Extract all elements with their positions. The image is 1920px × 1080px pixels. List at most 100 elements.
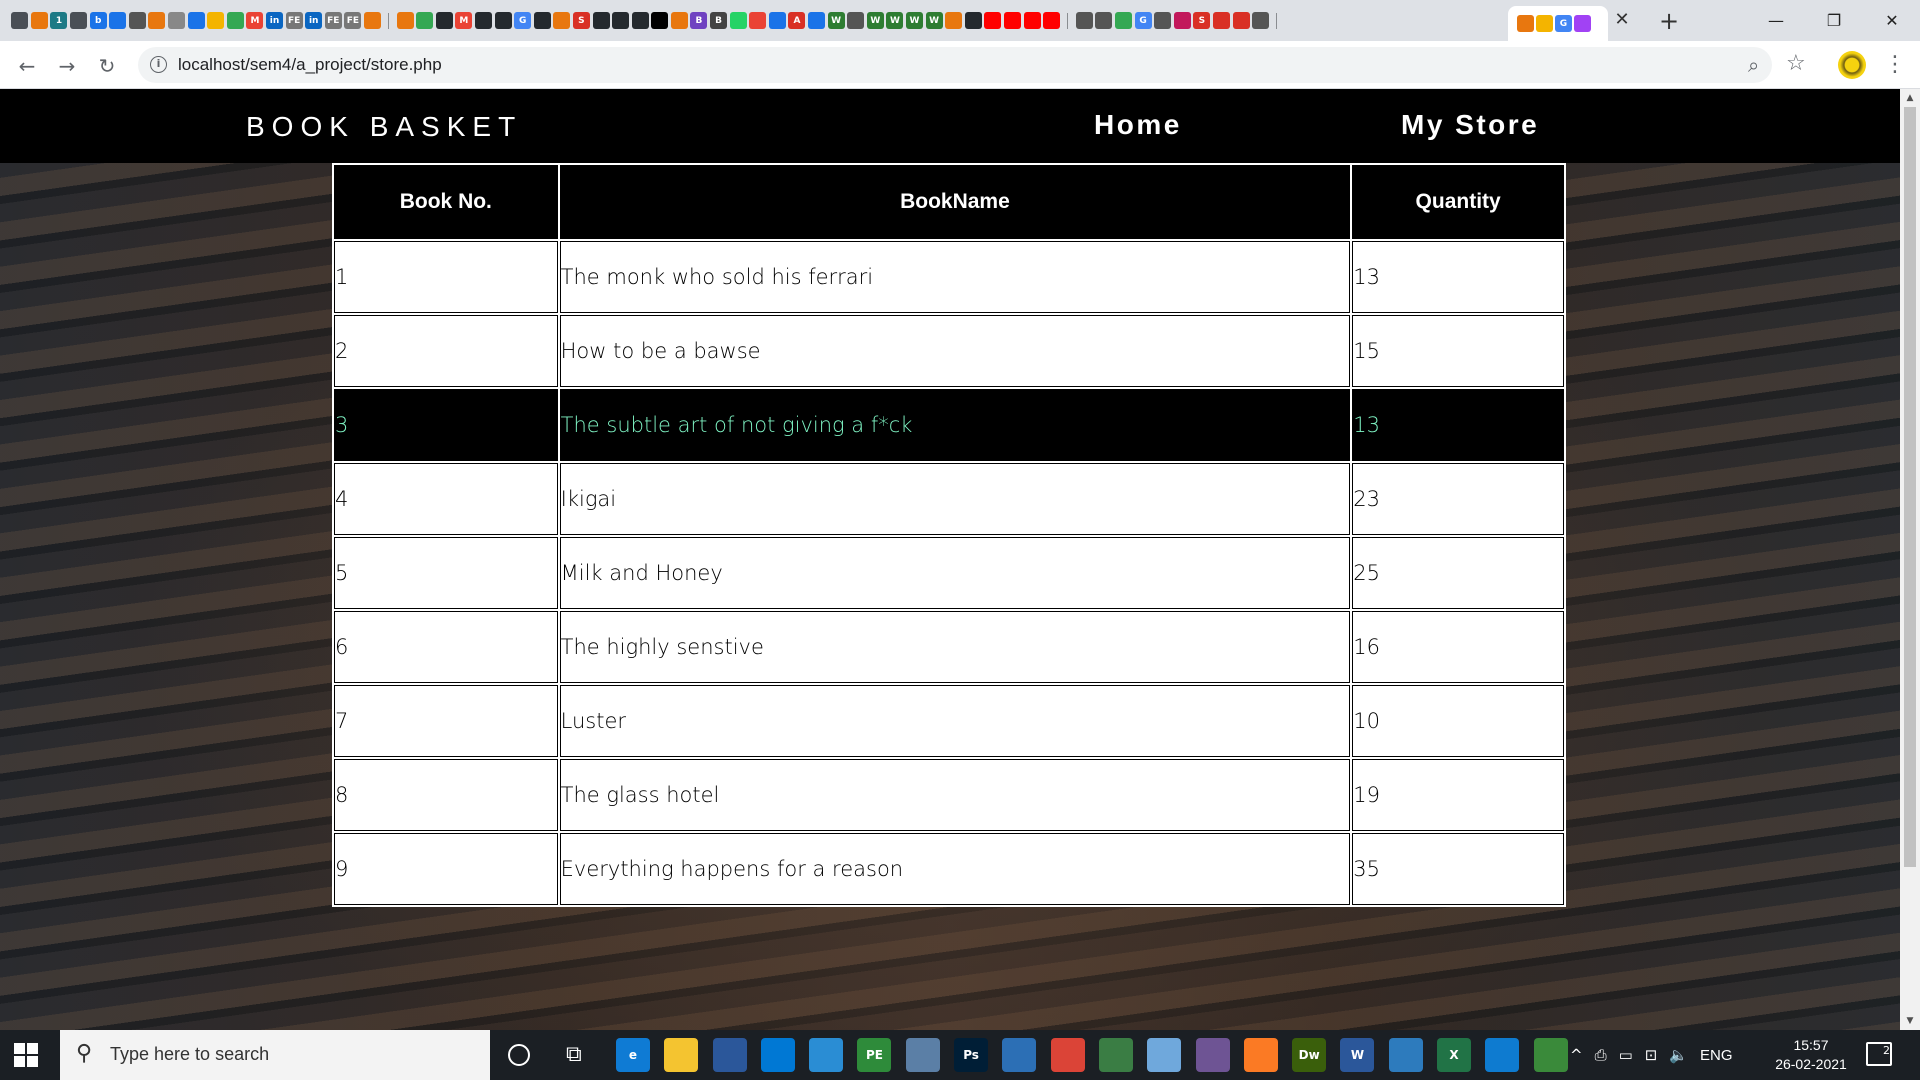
tab-group2-favicon-icon-14[interactable] bbox=[670, 12, 688, 29]
search-placeholder[interactable]: Type here to search bbox=[110, 1044, 269, 1065]
chrome-app-icon[interactable] bbox=[1050, 1038, 1085, 1072]
tab-group1-favicon-icon-5[interactable] bbox=[109, 12, 127, 29]
table-row[interactable]: 6 The highly senstive 16 bbox=[334, 611, 1564, 683]
tab-group3-favicon-icon-7[interactable] bbox=[1212, 12, 1230, 29]
tab-group2-favicon-icon-16[interactable]: B bbox=[710, 12, 728, 29]
active-tab[interactable]: G bbox=[1508, 6, 1608, 41]
tab-group3-favicon-icon-6[interactable]: S bbox=[1193, 12, 1211, 29]
zoom-icon[interactable]: ⌕ bbox=[1748, 53, 1759, 77]
tray-icon-1[interactable]: ⎙ bbox=[1595, 1046, 1607, 1064]
tab-group2-favicon-icon-33[interactable] bbox=[1043, 12, 1061, 29]
site-info-icon[interactable]: i bbox=[150, 56, 167, 73]
tab-group2-favicon-icon-18[interactable] bbox=[749, 12, 767, 29]
word-app-icon[interactable]: W bbox=[1340, 1038, 1375, 1072]
nav-link-my-store[interactable]: My Store bbox=[1401, 109, 1539, 141]
reload-button[interactable]: ↻ bbox=[92, 51, 122, 81]
tab-group1-favicon-icon-6[interactable] bbox=[128, 12, 146, 29]
active-tab-favicon-icon-2[interactable]: G bbox=[1555, 15, 1572, 32]
table-row[interactable]: 9 Everything happens for a reason 35 bbox=[334, 833, 1564, 905]
git-app-icon[interactable] bbox=[1533, 1038, 1568, 1072]
photoshop-app-icon[interactable]: Ps bbox=[954, 1038, 989, 1072]
tab-group2-favicon-icon-4[interactable] bbox=[474, 12, 492, 29]
bookmark-star-icon[interactable]: ☆ bbox=[1786, 51, 1806, 76]
site-brand[interactable]: BOOK BASKET bbox=[246, 111, 522, 143]
table-row[interactable]: 5 Milk and Honey 25 bbox=[334, 537, 1564, 609]
active-tab-favicon-icon-0[interactable] bbox=[1517, 15, 1534, 32]
app-square-app-icon[interactable] bbox=[1002, 1038, 1037, 1072]
tab-group1-favicon-icon-17[interactable]: FE bbox=[344, 12, 362, 29]
table-row[interactable]: 8 The glass hotel 19 bbox=[334, 759, 1564, 831]
page-scrollbar[interactable]: ▲ ▼ bbox=[1900, 89, 1920, 1030]
tab-group2-favicon-icon-31[interactable] bbox=[1003, 12, 1021, 29]
tab-group1-favicon-icon-16[interactable]: FE bbox=[324, 12, 342, 29]
tab-group2-favicon-icon-25[interactable]: W bbox=[886, 12, 904, 29]
tab-group1-favicon-icon-15[interactable]: in bbox=[305, 12, 323, 29]
tab-group2-favicon-icon-11[interactable] bbox=[612, 12, 630, 29]
tab-group1-favicon-icon-2[interactable]: 1 bbox=[50, 12, 68, 29]
tab-group1-favicon-icon-10[interactable] bbox=[207, 12, 225, 29]
vscode-app-icon[interactable] bbox=[1485, 1038, 1520, 1072]
tab-group2-favicon-icon-20[interactable]: A bbox=[788, 12, 806, 29]
tray-icon-3[interactable]: ⊡ bbox=[1645, 1046, 1658, 1064]
tab-group2-favicon-icon-7[interactable] bbox=[533, 12, 551, 29]
active-tab-favicon-icon-3[interactable] bbox=[1574, 15, 1591, 32]
tab-group2-favicon-icon-28[interactable] bbox=[945, 12, 963, 29]
tab-group2-favicon-icon-27[interactable]: W bbox=[925, 12, 943, 29]
scrollbar-thumb[interactable] bbox=[1904, 107, 1916, 867]
tray-icon-0[interactable]: ^ bbox=[1570, 1046, 1583, 1064]
restore-button[interactable]: ❐ bbox=[1806, 0, 1862, 41]
file-explorer-app-icon[interactable] bbox=[664, 1038, 699, 1072]
active-tab-favicon-icon-1[interactable] bbox=[1536, 15, 1553, 32]
tab-group2-favicon-icon-15[interactable]: B bbox=[690, 12, 708, 29]
tab-group1-favicon-icon-8[interactable] bbox=[168, 12, 186, 29]
tab-group1-favicon-icon-0[interactable] bbox=[11, 12, 29, 29]
dreamweaver-app-icon[interactable]: Dw bbox=[1292, 1038, 1327, 1072]
notification-center-icon[interactable]: 2 bbox=[1866, 1042, 1892, 1066]
table-row[interactable]: 7 Luster 10 bbox=[334, 685, 1564, 757]
table-row[interactable]: 1 The monk who sold his ferrari 13 bbox=[334, 241, 1564, 313]
tab-group2-favicon-icon-26[interactable]: W bbox=[906, 12, 924, 29]
tab-group2-favicon-icon-10[interactable] bbox=[592, 12, 610, 29]
photos-app-icon[interactable] bbox=[1388, 1038, 1423, 1072]
tray-icon-2[interactable]: ▭ bbox=[1619, 1046, 1633, 1064]
nav-link-home[interactable]: Home bbox=[1094, 109, 1182, 141]
task-view-icon[interactable]: ⧉ bbox=[566, 1042, 582, 1067]
forward-button[interactable]: → bbox=[52, 51, 82, 81]
tab-group2-favicon-icon-19[interactable] bbox=[768, 12, 786, 29]
tab-group2-favicon-icon-3[interactable]: M bbox=[455, 12, 473, 29]
tab-group1-favicon-icon-7[interactable] bbox=[148, 12, 166, 29]
store-app-icon[interactable] bbox=[712, 1038, 747, 1072]
tab-group2-favicon-icon-1[interactable] bbox=[416, 12, 434, 29]
tab-group1-favicon-icon-3[interactable] bbox=[70, 12, 88, 29]
tab-group3-favicon-icon-9[interactable] bbox=[1252, 12, 1270, 29]
browser-menu-icon[interactable]: ⋮ bbox=[1884, 51, 1906, 79]
start-button[interactable] bbox=[14, 1043, 38, 1067]
tab-group2-favicon-icon-13[interactable] bbox=[651, 12, 669, 29]
tab-group2-favicon-icon-12[interactable] bbox=[631, 12, 649, 29]
tray-icon-4[interactable]: 🔈 bbox=[1669, 1046, 1688, 1064]
table-row[interactable]: 2 How to be a bawse 15 bbox=[334, 315, 1564, 387]
cortana-icon[interactable] bbox=[508, 1044, 530, 1066]
image-viewer-app-icon[interactable] bbox=[1098, 1038, 1133, 1072]
tab-group2-favicon-icon-8[interactable] bbox=[553, 12, 571, 29]
tab-group1-favicon-icon-9[interactable] bbox=[187, 12, 205, 29]
tab-group2-favicon-icon-22[interactable]: W bbox=[827, 12, 845, 29]
tab-group3-favicon-icon-0[interactable] bbox=[1075, 12, 1093, 29]
back-button[interactable]: ← bbox=[12, 51, 42, 81]
pe-app-icon[interactable]: PE bbox=[857, 1038, 892, 1072]
paint-app-icon[interactable] bbox=[905, 1038, 940, 1072]
taskbar-search-box[interactable]: ⚲ Type here to search bbox=[60, 1030, 490, 1080]
tab-group3-favicon-icon-3[interactable]: G bbox=[1134, 12, 1152, 29]
tab-close-icon[interactable]: ✕ bbox=[1612, 9, 1632, 31]
tab-group1-favicon-icon-13[interactable]: in bbox=[266, 12, 284, 29]
tab-group2-favicon-icon-17[interactable] bbox=[729, 12, 747, 29]
tab-group2-favicon-icon-6[interactable]: G bbox=[514, 12, 532, 29]
tab-group3-favicon-icon-1[interactable] bbox=[1095, 12, 1113, 29]
tab-group3-favicon-icon-2[interactable] bbox=[1114, 12, 1132, 29]
xampp-app-icon[interactable] bbox=[1243, 1038, 1278, 1072]
new-tab-button[interactable]: + bbox=[1656, 8, 1682, 34]
tab-group1-favicon-icon-12[interactable]: M bbox=[246, 12, 264, 29]
address-bar[interactable]: i localhost/sem4/a_project/store.php ⌕ ☆ bbox=[138, 47, 1806, 83]
notes-app-icon[interactable] bbox=[1147, 1038, 1182, 1072]
github-app-icon[interactable] bbox=[1195, 1038, 1230, 1072]
